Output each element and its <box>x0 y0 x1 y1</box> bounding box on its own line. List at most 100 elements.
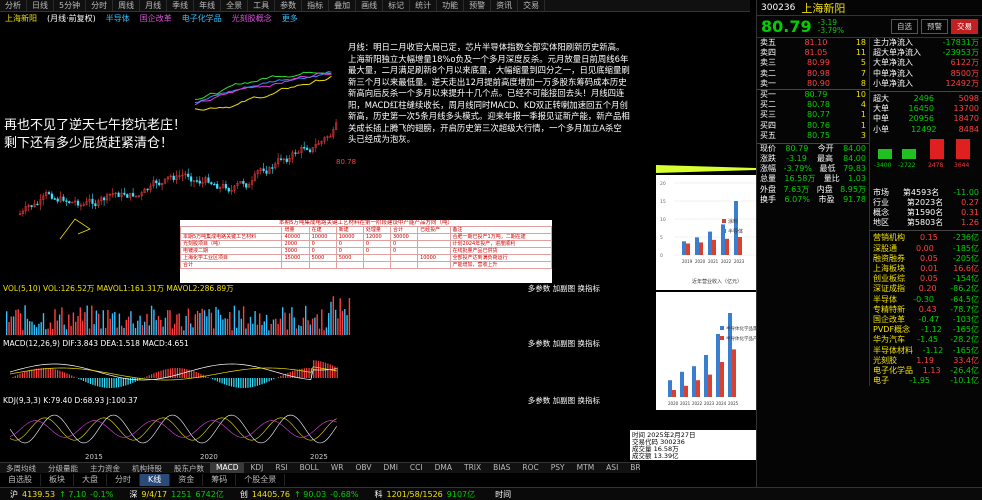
indicator-tab[interactable]: ASI <box>600 463 624 473</box>
indicator-tab[interactable]: 分级量能 <box>42 463 84 473</box>
toolbar-item[interactable]: 画线 <box>356 0 384 11</box>
tool-add[interactable]: 加副图 <box>553 339 576 348</box>
toolbar-item[interactable]: 交易 <box>518 0 546 11</box>
indicator-tab[interactable]: MACD <box>210 463 245 473</box>
stock-tab[interactable]: 板块 <box>41 474 74 486</box>
indicator-tab[interactable]: BOLL <box>294 463 325 473</box>
alert-button[interactable]: 预警 <box>921 19 948 34</box>
tool-params[interactable]: 多参数 <box>528 284 551 293</box>
concept-tag[interactable]: 光刻胶概念 <box>227 13 277 24</box>
depth-row[interactable]: 卖三 80.99 5 <box>757 58 869 68</box>
toolbar-item[interactable]: 统计 <box>410 0 438 11</box>
toolbar-item[interactable]: 标记 <box>383 0 411 11</box>
toolbar-item[interactable]: 分析 <box>0 0 27 11</box>
tool-add[interactable]: 加副图 <box>553 284 576 293</box>
kdj-tools[interactable]: 多参数 加副图 换指标 <box>528 395 630 405</box>
indicator-tab[interactable]: CCI <box>404 463 429 473</box>
concept-tag[interactable]: 电子化学品 <box>177 13 227 24</box>
indicator-tab[interactable]: TRIX <box>458 463 487 473</box>
indicator-tab[interactable]: 股东户数 <box>168 463 210 473</box>
sector-row[interactable]: 华为汽车 -1.45 -28.2亿 <box>870 335 982 345</box>
indicator-tab[interactable]: 主力资金 <box>84 463 126 473</box>
sector-row[interactable]: 半导体材料 -1.12 -165亿 <box>870 346 982 356</box>
status-item[interactable]: 创 14405.76 ↑ 90.03 -0.68% <box>240 489 359 500</box>
stock-tab[interactable]: 筹码 <box>203 474 237 486</box>
macd-chart[interactable] <box>0 348 630 392</box>
concept-tag[interactable]: 更多 <box>277 13 303 24</box>
sector-row[interactable]: 专精特新 0.43 -78.7亿 <box>870 305 982 315</box>
sector-row[interactable]: 国企改革 -0.47 -103亿 <box>870 315 982 325</box>
indicator-tab[interactable]: RSI <box>269 463 293 473</box>
indicator-tab[interactable]: 多周均线 <box>0 463 42 473</box>
stock-tab[interactable]: 分时 <box>107 474 140 486</box>
toolbar-item[interactable]: 年线 <box>194 0 222 11</box>
sector-row[interactable]: 创业板综 0.05 -154亿 <box>870 274 982 284</box>
depth-row[interactable]: 买三 80.77 1 <box>757 110 869 120</box>
status-item[interactable]: 科 1201/58/1526 9107亿 <box>374 489 479 500</box>
toolbar-item[interactable]: 工具 <box>248 0 276 11</box>
sector-row[interactable]: 半导体 -0.30 -64.5亿 <box>870 295 982 305</box>
status-item[interactable]: 时间 <box>495 489 523 500</box>
stock-tab[interactable]: 自选股 <box>0 474 41 486</box>
depth-row[interactable]: 买五 80.75 3 <box>757 131 869 141</box>
sector-row[interactable]: 电子化学品 1.13 -26.4亿 <box>870 366 982 376</box>
toolbar-item[interactable]: 全景 <box>221 0 249 11</box>
toolbar-item[interactable]: 季线 <box>167 0 195 11</box>
depth-row[interactable]: 买一 80.79 10 <box>757 90 869 100</box>
sector-row[interactable]: 电子 -1.95 -10.1亿 <box>870 376 982 386</box>
status-item[interactable]: 沪 4139.53 ↑ 7.10 -0.1% <box>10 489 113 500</box>
stock-tab[interactable]: K线 <box>140 474 171 486</box>
vol-tools[interactable]: 多参数 加副图 换指标 <box>528 283 630 293</box>
indicator-tab[interactable]: BRAR <box>624 463 640 473</box>
sector-row[interactable]: 融资融券 0.05 -205亿 <box>870 254 982 264</box>
toolbar-item[interactable]: 资讯 <box>491 0 519 11</box>
indicator-tab[interactable]: 机构持股 <box>126 463 168 473</box>
indicator-tab[interactable]: PSY <box>545 463 571 473</box>
sector-row[interactable]: 深股通 0.00 -185亿 <box>870 244 982 254</box>
add-watch-button[interactable]: 自选 <box>891 19 918 34</box>
depth-row[interactable]: 卖五 81.10 18 <box>757 38 869 48</box>
indicator-tab[interactable]: MTM <box>571 463 601 473</box>
concept-tag[interactable]: 国企改革 <box>135 13 177 24</box>
toolbar-item[interactable]: 日线 <box>27 0 54 11</box>
sector-row[interactable]: PVDF概念 -1.12 -165亿 <box>870 325 982 335</box>
tool-params[interactable]: 多参数 <box>528 396 551 405</box>
tool-add[interactable]: 加副图 <box>553 396 576 405</box>
toolbar-item[interactable]: 参数 <box>275 0 303 11</box>
indicator-tab[interactable]: WR <box>325 463 350 473</box>
toolbar-item[interactable]: 预警 <box>464 0 492 11</box>
sector-row[interactable]: 上海板块 0.01 16.6亿 <box>870 264 982 274</box>
tool-switch[interactable]: 换指标 <box>578 284 601 293</box>
depth-row[interactable]: 卖四 81.05 11 <box>757 48 869 58</box>
sector-row[interactable]: 营销机构 0.15 -236亿 <box>870 233 982 243</box>
toolbar-item[interactable]: 功能 <box>437 0 465 11</box>
indicator-tab[interactable]: DMI <box>377 463 403 473</box>
toolbar-item[interactable]: 周线 <box>113 0 141 11</box>
depth-row[interactable]: 买二 80.78 4 <box>757 100 869 110</box>
sector-row[interactable]: 深证成指 0.20 -86.2亿 <box>870 284 982 294</box>
kdj-chart[interactable] <box>0 405 630 453</box>
indicator-tab[interactable]: BIAS <box>487 463 516 473</box>
tool-params[interactable]: 多参数 <box>528 339 551 348</box>
tool-switch[interactable]: 换指标 <box>578 339 601 348</box>
status-item[interactable]: 深 9/4/17 1251 6742亿 <box>129 489 223 500</box>
toolbar-item[interactable]: 分时 <box>86 0 114 11</box>
stock-tab[interactable]: 大盘 <box>74 474 107 486</box>
toolbar-item[interactable]: 月线 <box>140 0 168 11</box>
toolbar-item[interactable]: 叠加 <box>329 0 357 11</box>
macd-tools[interactable]: 多参数 加副图 换指标 <box>528 338 630 348</box>
tool-switch[interactable]: 换指标 <box>578 396 601 405</box>
toolbar-item[interactable]: 5分钟 <box>54 0 87 11</box>
indicator-tab[interactable]: DMA <box>429 463 458 473</box>
sector-row[interactable]: 光刻胶 1.19 33.4亿 <box>870 356 982 366</box>
toolbar-item[interactable]: 指标 <box>302 0 330 11</box>
depth-row[interactable]: 买四 80.76 1 <box>757 121 869 131</box>
indicator-tab[interactable]: KDJ <box>244 463 269 473</box>
indicator-tab[interactable]: ROC <box>516 463 544 473</box>
trade-button[interactable]: 交易 <box>951 19 978 34</box>
depth-row[interactable]: 卖二 80.98 7 <box>757 69 869 79</box>
stock-tab[interactable]: 个股全景 <box>236 474 286 486</box>
stock-name[interactable]: 上海新阳 <box>0 13 42 24</box>
indicator-tab[interactable]: OBV <box>350 463 378 473</box>
depth-row[interactable]: 卖一 80.90 8 <box>757 79 869 89</box>
